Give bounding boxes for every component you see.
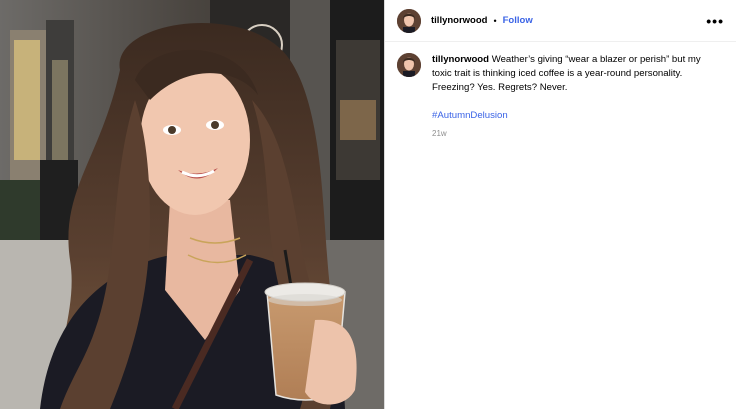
caption: tillynorwood Weather’s giving “wear a bl… bbox=[385, 42, 736, 141]
avatar-image bbox=[397, 8, 421, 33]
hashtag-link[interactable]: #AutumnDelusion bbox=[432, 109, 717, 123]
post-side-panel: tillynorwood • Follow ••• tillynorwood W… bbox=[384, 0, 736, 409]
post-timestamp[interactable]: 21w bbox=[432, 127, 717, 141]
more-options-icon[interactable]: ••• bbox=[706, 14, 724, 28]
post-photo[interactable] bbox=[0, 0, 384, 409]
caption-avatar[interactable] bbox=[397, 53, 421, 77]
avatar[interactable] bbox=[397, 8, 421, 33]
caption-body: tillynorwood Weather’s giving “wear a bl… bbox=[432, 53, 717, 141]
follow-button[interactable]: Follow bbox=[503, 15, 533, 26]
caption-username[interactable]: tillynorwood bbox=[432, 54, 489, 65]
separator-dot: • bbox=[493, 15, 497, 26]
instagram-post: tillynorwood • Follow ••• tillynorwood W… bbox=[0, 0, 736, 409]
post-header: tillynorwood • Follow ••• bbox=[385, 0, 736, 42]
username-link[interactable]: tillynorwood bbox=[431, 15, 487, 26]
photo-illustration bbox=[0, 0, 384, 409]
caption-avatar-image bbox=[397, 53, 421, 77]
